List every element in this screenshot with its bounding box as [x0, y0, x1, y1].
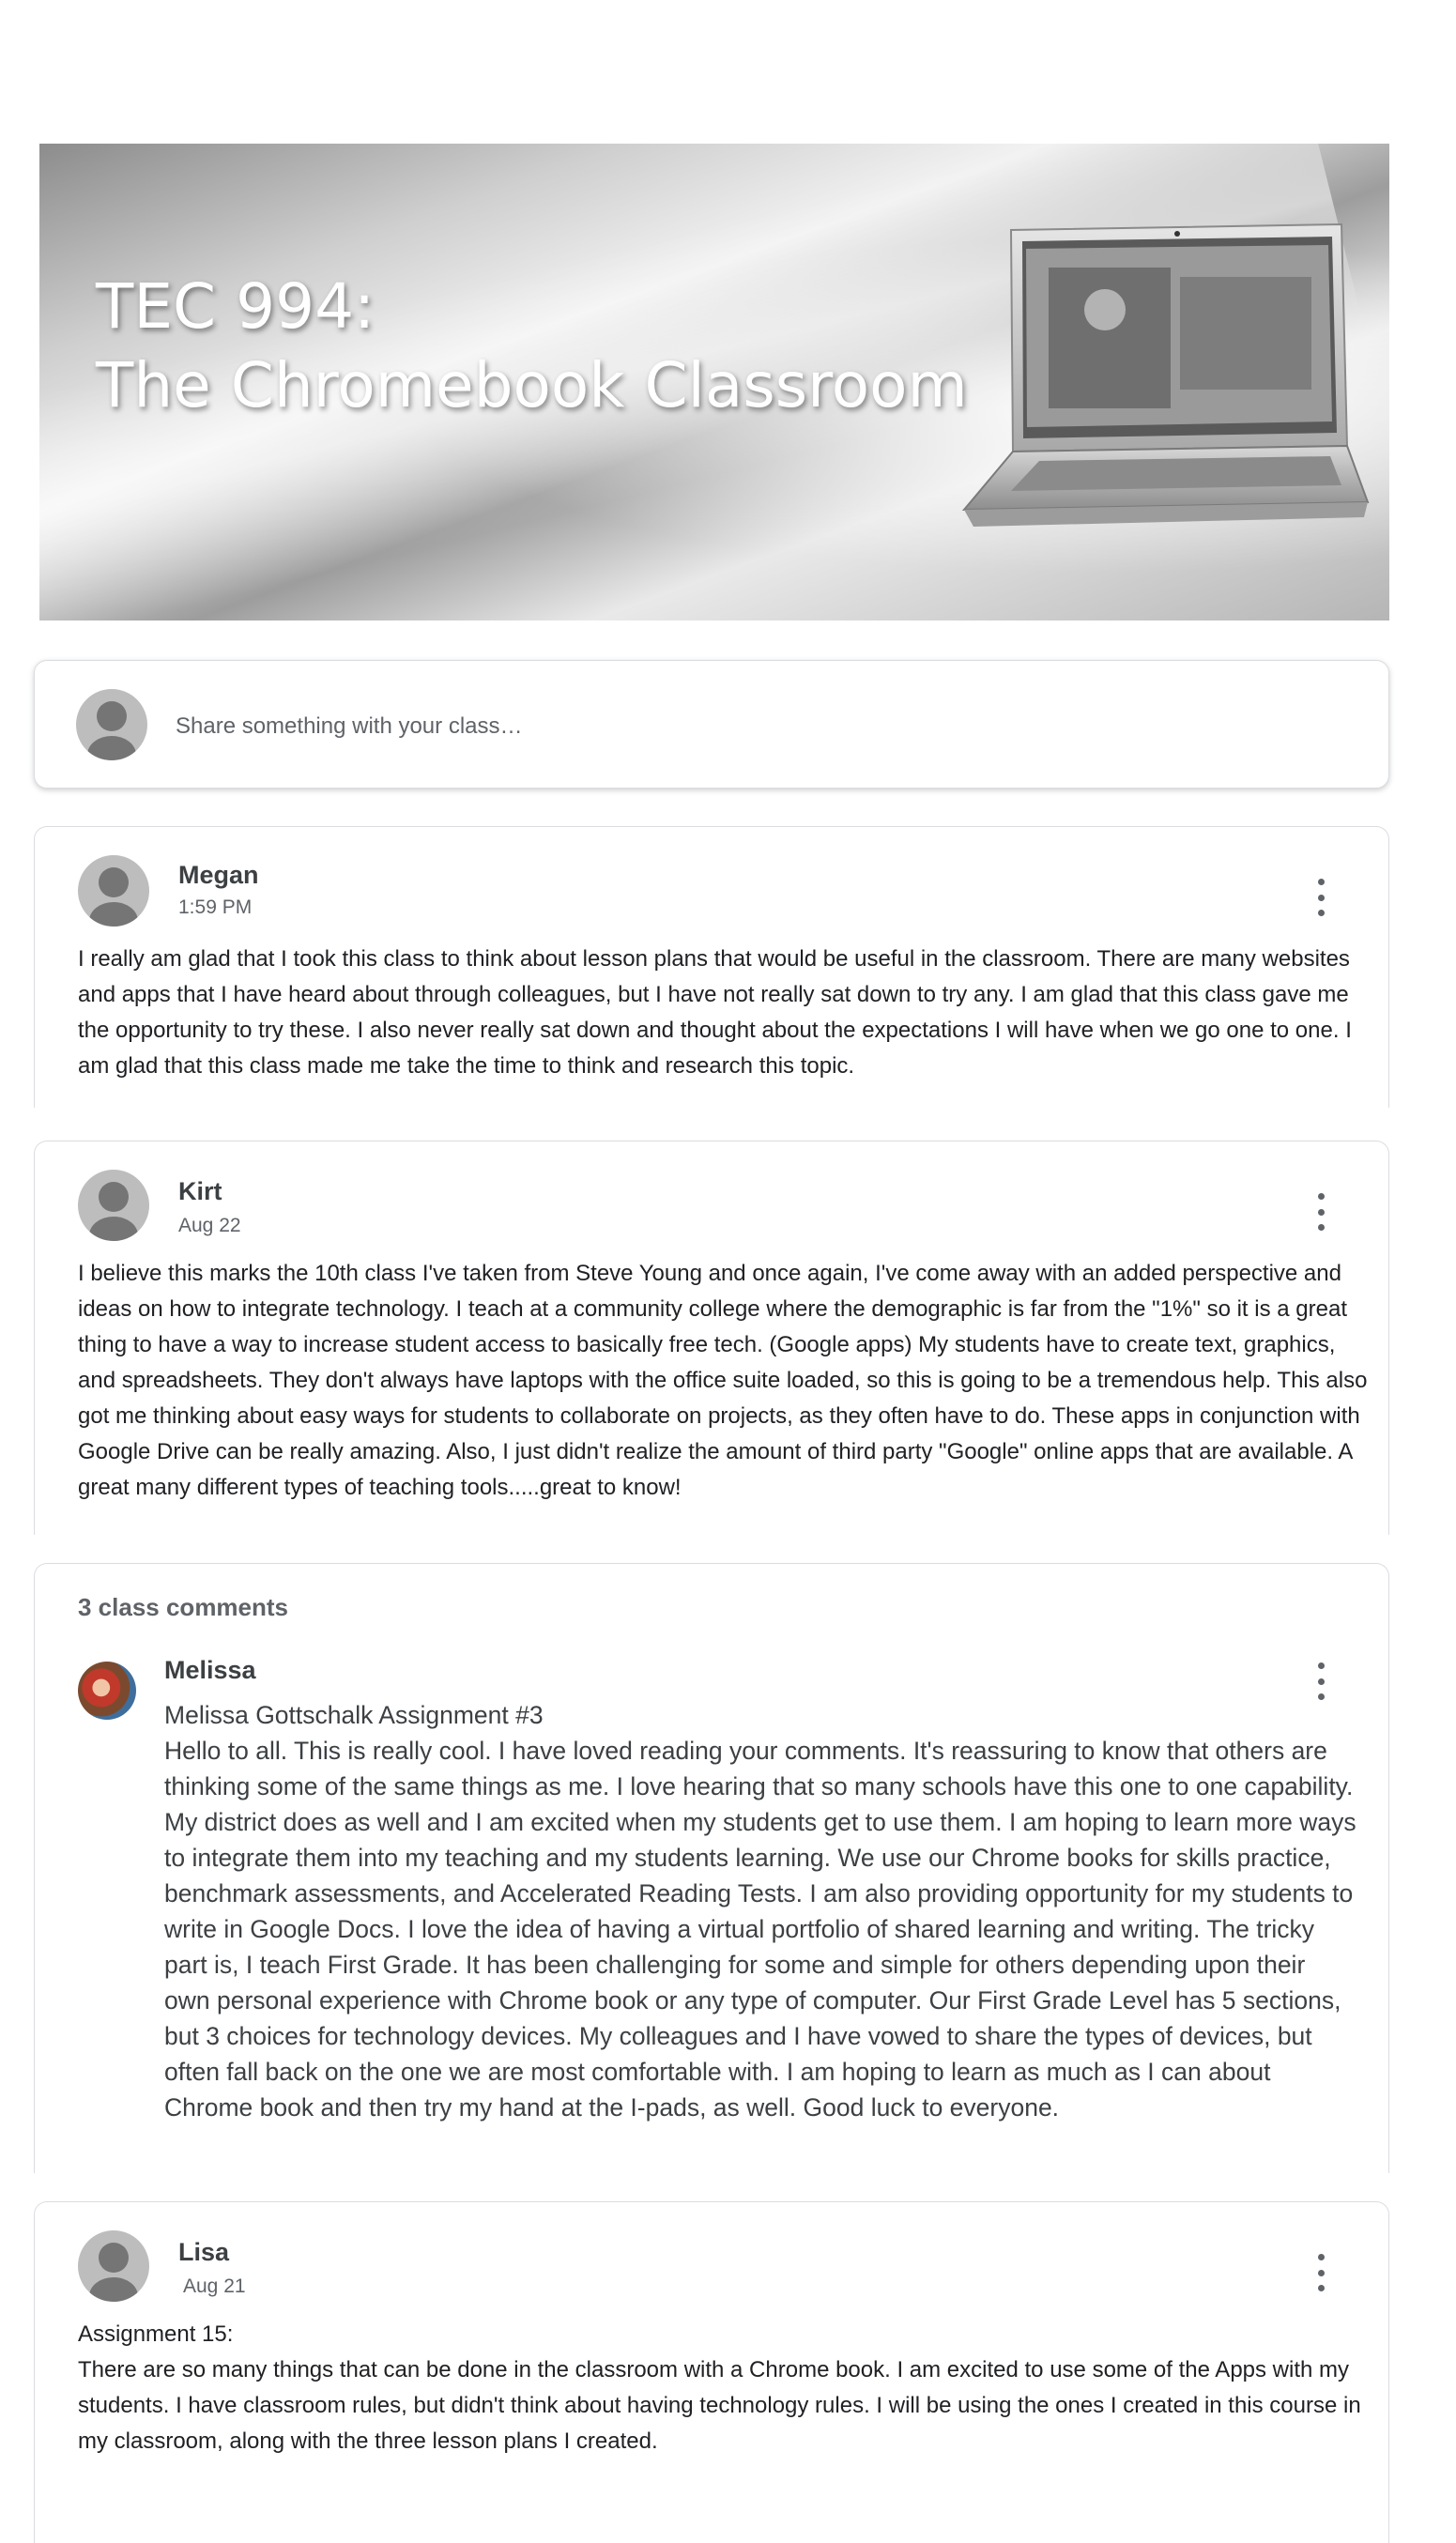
- class-title-line1: TEC 994:: [96, 270, 375, 343]
- more-vert-icon[interactable]: [1311, 1193, 1330, 1231]
- post-body: I really am glad that I took this class …: [78, 946, 1352, 1079]
- post-text: Assignment 15: There are so many things …: [78, 2317, 1378, 2459]
- share-box[interactable]: Share something with your class…: [34, 660, 1389, 789]
- laptop-image: [961, 222, 1370, 527]
- more-vert-icon[interactable]: [1311, 1662, 1330, 1700]
- comments-count[interactable]: 3 class comments: [78, 1593, 288, 1622]
- class-comments: 3 class comments Melissa Melissa Gottsch…: [34, 1563, 1389, 2173]
- avatar-icon: [78, 855, 149, 927]
- commenter-avatar: [78, 1662, 136, 1720]
- post-text: I believe this marks the 10th class I've…: [78, 1256, 1378, 1506]
- comment-body: Hello to all. This is really cool. I hav…: [164, 1737, 1356, 2122]
- post-body: There are so many things that can be don…: [78, 2357, 1361, 2454]
- share-input[interactable]: Share something with your class…: [176, 713, 523, 740]
- comment-text: Melissa Gottschalk Assignment #3 Hello t…: [164, 1697, 1356, 2125]
- post-timestamp: Aug 21: [183, 2275, 246, 2297]
- user-avatar-icon: [76, 689, 147, 760]
- post-body-heading: Assignment 15:: [78, 2321, 234, 2347]
- post-author: Megan: [178, 861, 259, 889]
- post-text: I really am glad that I took this class …: [78, 942, 1378, 1084]
- post-card: Kirt Aug 22 I believe this marks the 10t…: [34, 1141, 1389, 1535]
- class-title: TEC 994: The Chromebook Classroom: [96, 268, 968, 425]
- class-title-line2: The Chromebook Classroom: [96, 349, 968, 421]
- post-author: Kirt: [178, 1177, 222, 1205]
- comment-title: Melissa Gottschalk Assignment #3: [164, 1701, 544, 1729]
- post-body: I believe this marks the 10th class I've…: [78, 1261, 1368, 1500]
- class-banner: TEC 994: The Chromebook Classroom: [39, 144, 1389, 620]
- avatar-icon: [78, 1170, 149, 1241]
- more-vert-icon[interactable]: [1311, 2254, 1330, 2291]
- post-timestamp: 1:59 PM: [178, 896, 253, 918]
- post-card: Megan 1:59 PM I really am glad that I to…: [34, 826, 1389, 1108]
- avatar-icon: [78, 2230, 149, 2302]
- post-timestamp: Aug 22: [178, 1215, 241, 1236]
- more-vert-icon[interactable]: [1311, 879, 1330, 916]
- comment-author: Melissa: [164, 1656, 256, 1684]
- post-card: Lisa Aug 21 Assignment 15: There are so …: [34, 2201, 1389, 2543]
- post-author: Lisa: [178, 2238, 230, 2266]
